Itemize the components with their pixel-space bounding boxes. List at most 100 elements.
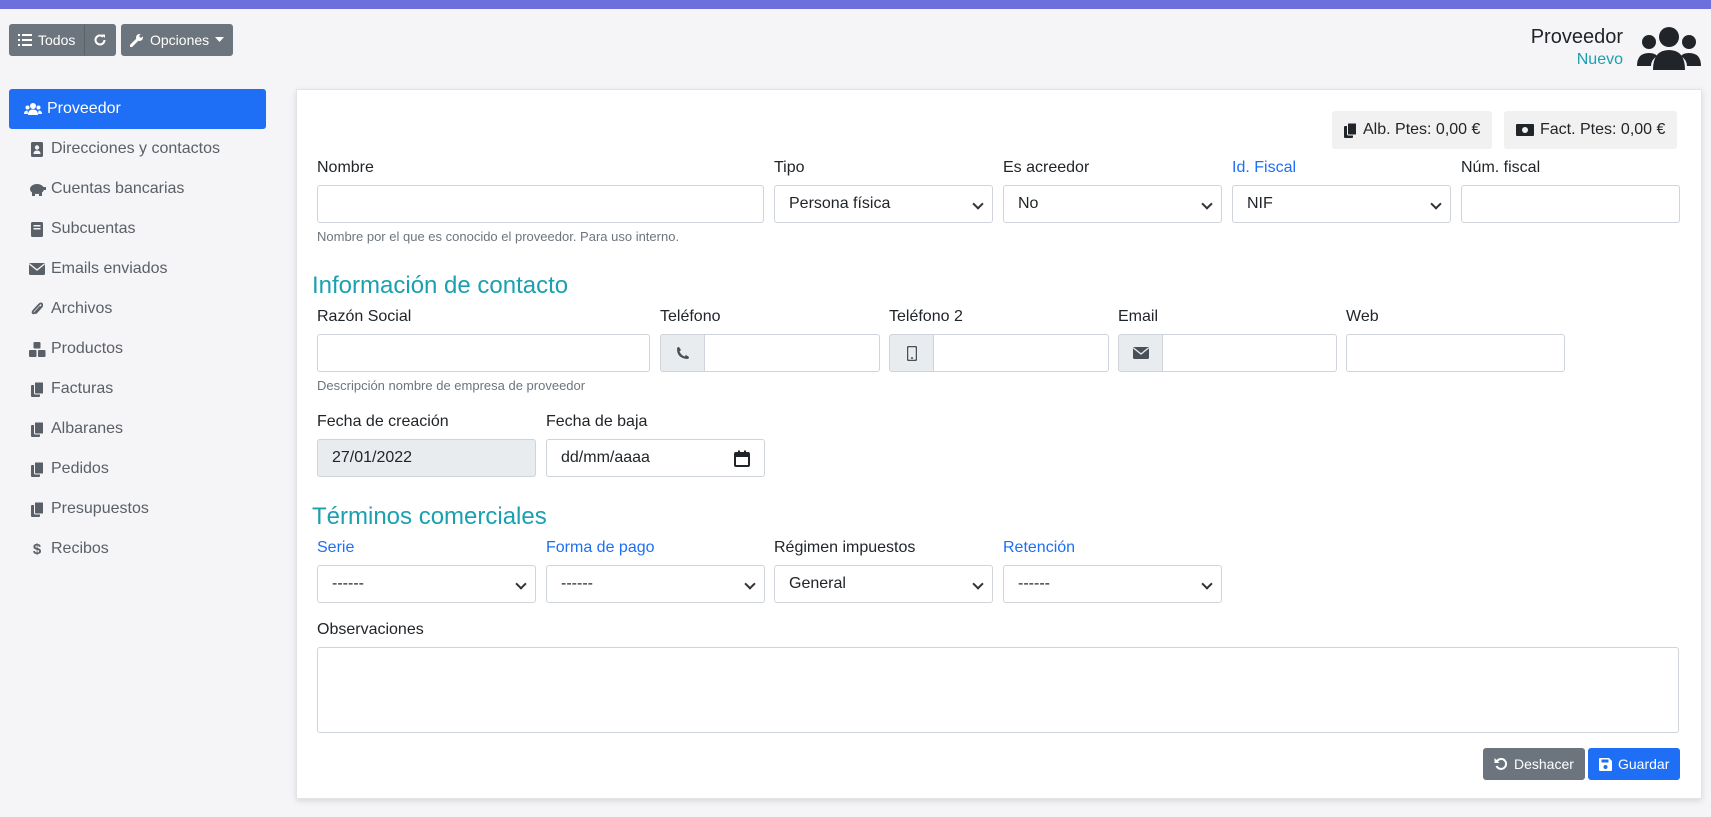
sidebar-item-label: Recibos (51, 540, 109, 557)
todos-button[interactable]: Todos (9, 24, 85, 56)
razon-social-label: Razón Social (317, 308, 412, 325)
opciones-label: Opciones (150, 32, 210, 48)
sidebar-item-emails[interactable]: Emails enviados (9, 249, 266, 289)
mobile-icon (906, 345, 917, 361)
numfiscal-label: Núm. fiscal (1461, 159, 1541, 176)
sidebar-item-direcciones[interactable]: Direcciones y contactos (9, 129, 266, 169)
undo-button[interactable]: Deshacer (1483, 748, 1585, 780)
nombre-input[interactable] (317, 185, 764, 223)
phone-addon (660, 334, 705, 372)
telefono-label: Teléfono (660, 308, 721, 325)
refresh-button[interactable] (84, 24, 117, 56)
top-accent-bar (0, 0, 1711, 9)
web-input[interactable] (1346, 334, 1565, 372)
terms-section-title: Términos comerciales (312, 503, 547, 530)
fecha-baja-input[interactable]: dd/mm/aaaa (546, 439, 765, 477)
telefono-input[interactable] (705, 334, 880, 372)
page-title: Proveedor (1530, 26, 1623, 48)
nombre-help: Nombre por el que es conocido el proveed… (317, 229, 680, 244)
sidebar-item-archivos[interactable]: Archivos (9, 289, 266, 329)
observaciones-label: Observaciones (317, 621, 424, 638)
tipo-select[interactable]: Persona física (774, 185, 993, 223)
page-subtitle: Nuevo (1576, 51, 1623, 68)
sidebar-item-cuentas-bancarias[interactable]: Cuentas bancarias (9, 169, 266, 209)
sidebar-item-proveedor[interactable]: Proveedor (9, 89, 266, 129)
acreedor-label: Es acreedor (1003, 159, 1090, 176)
refresh-icon (93, 33, 107, 47)
albaranes-pendientes-text: Alb. Ptes: 0,00 € (1363, 121, 1481, 138)
nombre-label: Nombre (317, 159, 374, 176)
idfiscal-link[interactable]: Id. Fiscal (1232, 159, 1296, 177)
tipo-label: Tipo (774, 159, 805, 176)
forma-pago-select[interactable]: ------ (546, 565, 765, 603)
piggy-bank-icon (27, 182, 47, 196)
todos-label: Todos (38, 32, 76, 48)
sidebar-item-label: Proveedor (47, 100, 121, 117)
forma-pago-select-value: ------ (561, 575, 593, 592)
calendar-icon[interactable] (734, 450, 750, 467)
sidebar-item-productos[interactable]: Productos (9, 329, 266, 369)
sidebar-item-label: Productos (51, 340, 124, 357)
sidebar-item-label: Albaranes (51, 420, 124, 437)
retencion-link[interactable]: Retención (1003, 539, 1075, 557)
sidebar-item-label: Emails enviados (51, 260, 168, 277)
sidebar-item-presupuestos[interactable]: Presupuestos (9, 489, 266, 529)
serie-link[interactable]: Serie (317, 539, 354, 557)
undo-label: Deshacer (1514, 756, 1574, 772)
email-addon (1118, 334, 1163, 372)
fecha-creacion-input: 27/01/2022 (317, 439, 536, 477)
fecha-creacion-label: Fecha de creación (317, 413, 449, 430)
todos-button-group: Todos (9, 24, 117, 56)
regimen-select[interactable]: General (774, 565, 993, 603)
sidebar-item-label: Archivos (51, 300, 113, 317)
serie-select[interactable]: ------ (317, 565, 536, 603)
sidebar-item-label: Cuentas bancarias (51, 180, 185, 197)
copy-icon (27, 381, 47, 397)
regimen-label: Régimen impuestos (774, 539, 916, 556)
acreedor-select[interactable]: No (1003, 185, 1222, 223)
contact-section-title: Información de contacto (312, 272, 569, 299)
telefono2-label: Teléfono 2 (889, 308, 963, 325)
forma-pago-link[interactable]: Forma de pago (546, 539, 655, 557)
save-icon (1599, 757, 1612, 771)
address-book-icon (27, 141, 47, 157)
numfiscal-input[interactable] (1461, 185, 1680, 223)
sidebar: Proveedor Direcciones y contactos Cuenta… (9, 89, 266, 569)
idfiscal-select[interactable]: NIF (1232, 185, 1451, 223)
money-bill-icon (1516, 124, 1534, 136)
regimen-select-value: General (789, 575, 846, 592)
serie-select-value: ------ (332, 575, 364, 592)
copy-icon (27, 461, 47, 477)
sidebar-item-recibos[interactable]: $ Recibos (9, 529, 266, 569)
email-input[interactable] (1163, 334, 1337, 372)
copy-icon (27, 421, 47, 437)
fecha-baja-value: dd/mm/aaaa (561, 449, 650, 466)
sidebar-item-label: Presupuestos (51, 500, 149, 517)
sidebar-item-albaranes[interactable]: Albaranes (9, 409, 266, 449)
observaciones-textarea[interactable] (317, 647, 1679, 733)
wrench-icon (130, 33, 144, 47)
users-icon (23, 102, 43, 116)
envelope-icon (1132, 347, 1149, 359)
cubes-icon (27, 341, 47, 357)
phone-icon (676, 346, 690, 360)
fecha-baja-label: Fecha de baja (546, 413, 648, 430)
telefono2-input[interactable] (934, 334, 1109, 372)
sidebar-item-pedidos[interactable]: Pedidos (9, 449, 266, 489)
tipo-select-value: Persona física (789, 195, 891, 212)
main-card: Alb. Ptes: 0,00 € Fact. Ptes: 0,00 € Nom… (296, 89, 1702, 799)
razon-social-input[interactable] (317, 334, 650, 372)
dollar-icon: $ (32, 540, 42, 558)
sidebar-item-subcuentas[interactable]: Subcuentas (9, 209, 266, 249)
save-button[interactable]: Guardar (1588, 748, 1681, 780)
opciones-button-group: Opciones (121, 24, 234, 56)
facturas-pendientes-badge: Fact. Ptes: 0,00 € (1504, 111, 1678, 149)
sidebar-item-label: Subcuentas (51, 220, 136, 237)
email-label: Email (1118, 308, 1159, 325)
retencion-select[interactable]: ------ (1003, 565, 1222, 603)
facturas-pendientes-text: Fact. Ptes: 0,00 € (1540, 121, 1666, 138)
sidebar-item-facturas[interactable]: Facturas (9, 369, 266, 409)
list-icon (18, 34, 32, 46)
caret-down-icon (215, 37, 225, 43)
opciones-dropdown-button[interactable]: Opciones (121, 24, 234, 56)
